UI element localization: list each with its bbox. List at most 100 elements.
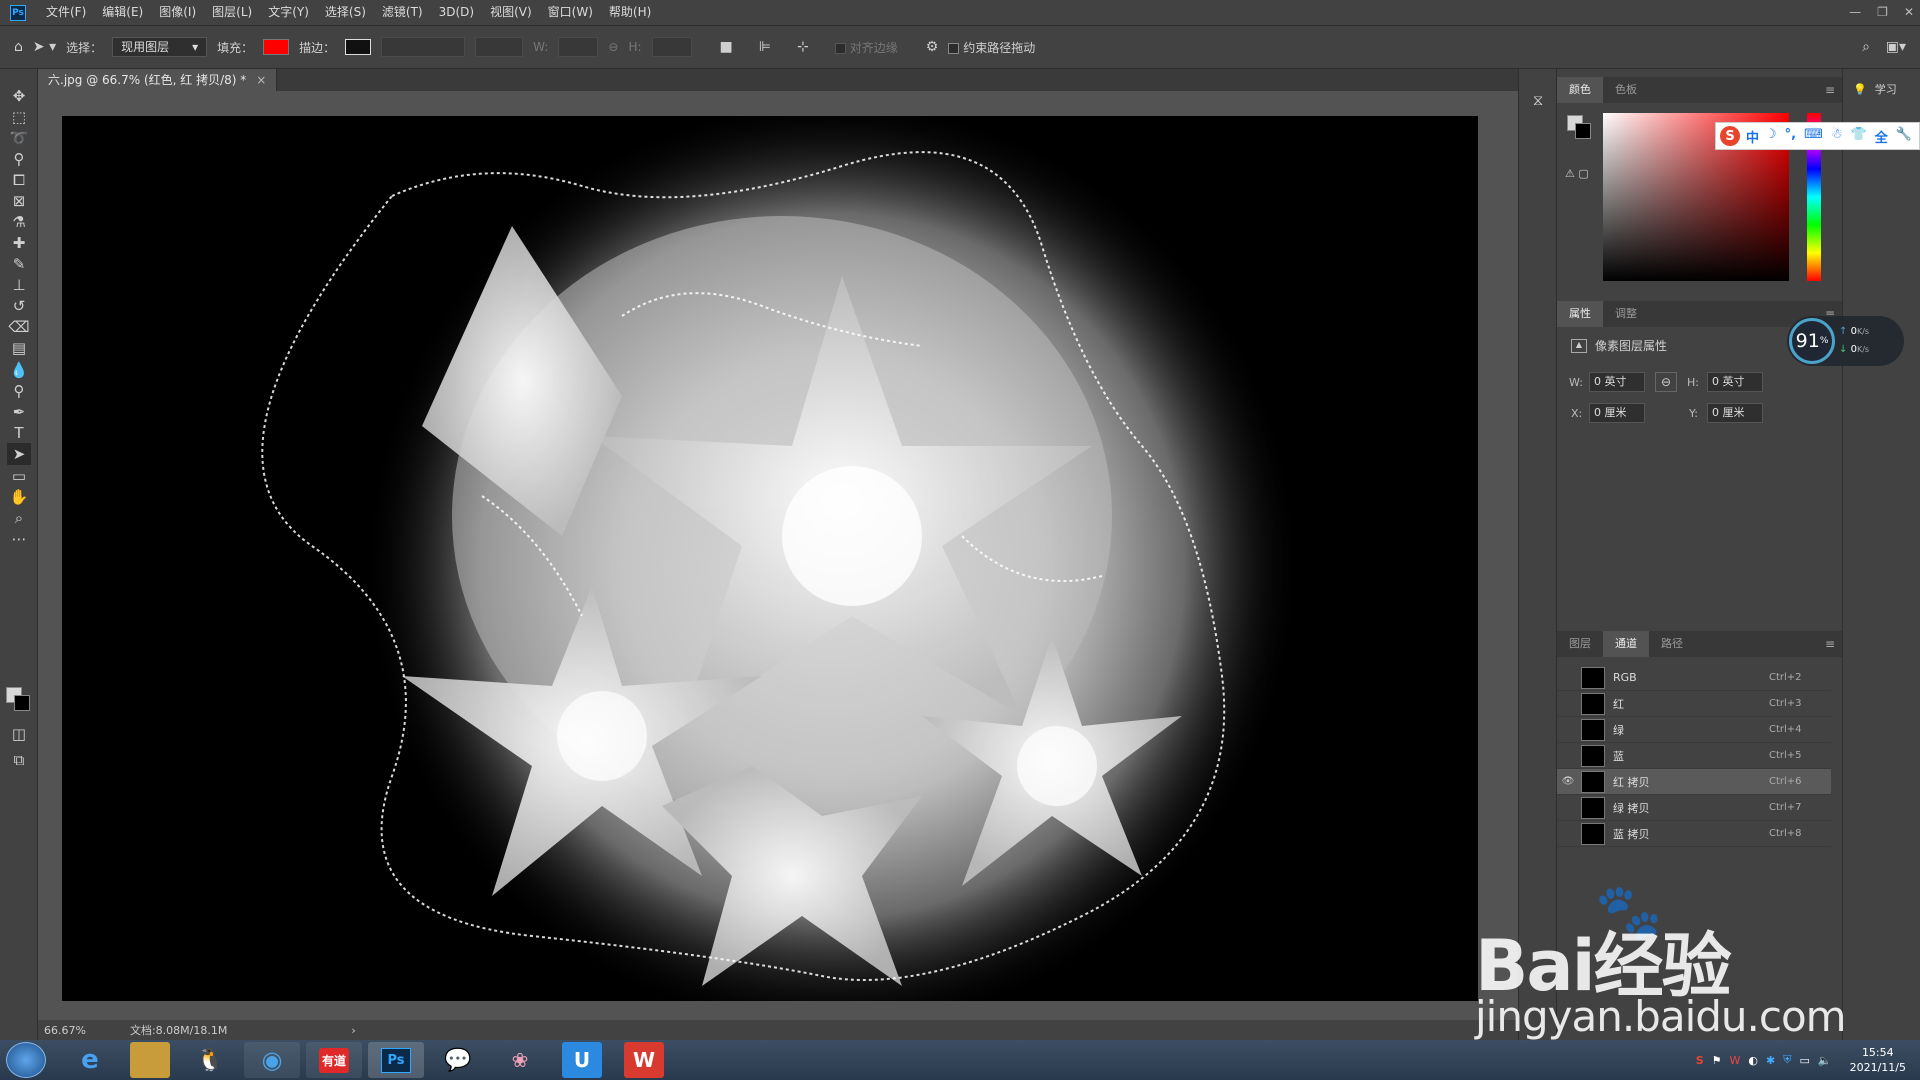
w-field[interactable] <box>558 37 599 57</box>
menu-item[interactable]: 文件(F) <box>38 0 94 25</box>
photoshop-logo-icon[interactable]: Ps <box>10 4 26 21</box>
prop-x-field[interactable]: 0 厘米 <box>1589 403 1645 423</box>
stroke-style-dropdown[interactable] <box>475 37 524 57</box>
menu-item[interactable]: 图层(L) <box>204 0 260 25</box>
panel-menu-icon[interactable]: ≡ <box>1825 631 1835 657</box>
qq-icon[interactable]: 🐧 <box>182 1042 238 1078</box>
healing-tool-icon[interactable]: ✚ <box>7 232 31 254</box>
gradient-tool-icon[interactable]: ▤ <box>7 337 31 359</box>
screen-mode-icon[interactable]: ⧉ <box>7 749 31 771</box>
lasso-tool-icon[interactable]: ➰ <box>7 127 31 149</box>
browser-icon[interactable]: ◉ <box>244 1042 300 1078</box>
eraser-tool-icon[interactable]: ⌫ <box>7 316 31 338</box>
menu-item[interactable]: 视图(V) <box>482 0 540 25</box>
youdao-icon[interactable]: 有道 <box>318 1047 349 1073</box>
quick-mask-icon[interactable]: ◫ <box>7 723 31 745</box>
hand-tool-icon[interactable]: ✋ <box>7 486 31 508</box>
ime-item-icon[interactable]: ☃ <box>1831 127 1843 146</box>
constrain-path-checkbox[interactable]: 约束路径拖动 <box>948 39 1035 56</box>
tray-wps-icon[interactable]: W <box>1730 1054 1741 1067</box>
clock[interactable]: 15:54 2021/11/5 <box>1850 1045 1906 1075</box>
tab-color[interactable]: 颜色 <box>1557 77 1603 103</box>
wps-icon[interactable]: W <box>624 1042 664 1078</box>
menu-item[interactable]: 编辑(E) <box>94 0 151 25</box>
path-select-tool-icon[interactable]: ➤ <box>7 443 31 465</box>
menu-item[interactable]: 帮助(H) <box>601 0 659 25</box>
blur-tool-icon[interactable]: 💧 <box>7 359 31 381</box>
tray-shield-icon[interactable]: ⛨ <box>1783 1053 1791 1067</box>
link-icon[interactable]: ⊖ <box>608 40 618 54</box>
wechat-icon[interactable]: 💬 <box>430 1042 486 1078</box>
link-icon[interactable]: ⊖ <box>1655 372 1677 392</box>
channel-row[interactable]: 绿 Ctrl+4 <box>1557 717 1831 743</box>
ime-item-icon[interactable]: 全 <box>1875 127 1888 146</box>
eye-icon[interactable]: 👁 <box>1557 776 1579 787</box>
ime-item-icon[interactable]: 👕 <box>1851 127 1867 146</box>
prop-h-field[interactable]: 0 英寸 <box>1707 372 1763 392</box>
panel-menu-icon[interactable]: ≡ <box>1825 77 1835 103</box>
status-arrow-icon[interactable]: › <box>351 1024 355 1037</box>
marquee-tool-icon[interactable]: ⬚ <box>7 106 31 128</box>
channel-row[interactable]: 绿 拷贝 Ctrl+7 <box>1557 795 1831 821</box>
menu-item[interactable]: 选择(S) <box>317 0 374 25</box>
tray-app-icon[interactable]: ✱ <box>1766 1054 1775 1067</box>
ime-mode[interactable]: 中 <box>1746 127 1759 146</box>
gear-icon[interactable]: ⚙ <box>926 39 939 55</box>
prop-w-field[interactable]: 0 英寸 <box>1589 372 1645 392</box>
rectangle-tool-icon[interactable]: ▭ <box>7 465 31 487</box>
channel-row[interactable]: 蓝 拷贝 Ctrl+8 <box>1557 821 1831 847</box>
path-select-tool-icon[interactable]: ➤ ▾ <box>33 39 56 55</box>
search-icon[interactable]: ⌕ <box>1862 39 1870 55</box>
zoom-level[interactable]: 66.67% <box>44 1024 86 1037</box>
menu-item[interactable]: 窗口(W) <box>540 0 601 25</box>
dodge-tool-icon[interactable]: ⚲ <box>7 380 31 402</box>
quick-select-tool-icon[interactable]: ⚲ <box>7 148 31 170</box>
path-align-icon[interactable]: ⊫ <box>759 39 771 55</box>
ime-item-icon[interactable]: ⌨ <box>1804 127 1823 146</box>
path-ops-icon[interactable]: ■ <box>720 39 733 55</box>
channel-row[interactable]: RGB Ctrl+2 <box>1557 665 1831 691</box>
pen-tool-icon[interactable]: ✒ <box>7 401 31 423</box>
channel-row[interactable]: 👁 红 拷贝 Ctrl+6 <box>1557 769 1831 795</box>
background-color-swatch[interactable] <box>14 695 30 711</box>
minimize-button[interactable]: — <box>1849 0 1861 25</box>
close-button[interactable]: ✕ <box>1904 0 1914 25</box>
prop-y-field[interactable]: 0 厘米 <box>1707 403 1763 423</box>
tab-adjustments[interactable]: 调整 <box>1603 301 1649 327</box>
network-icon[interactable]: ▭ <box>1799 1054 1809 1067</box>
channel-row[interactable]: 蓝 Ctrl+5 <box>1557 743 1831 769</box>
learn-button[interactable]: 💡 学习 <box>1853 81 1897 97</box>
stamp-tool-icon[interactable]: ⊥ <box>7 274 31 296</box>
select-dropdown[interactable]: 现用图层 ▾ <box>112 37 208 57</box>
fill-color-swatch[interactable] <box>263 39 290 55</box>
workspace-icon[interactable]: ▣▾ <box>1886 39 1906 55</box>
document-tab[interactable]: 六.jpg @ 66.7% (红色, 红 拷贝/8) * × <box>38 69 278 91</box>
tab-channels[interactable]: 通道 <box>1603 631 1649 657</box>
ime-item-icon[interactable]: °, <box>1785 127 1796 146</box>
stroke-width-field[interactable] <box>381 37 466 57</box>
sogou-tray-icon[interactable]: S <box>1696 1054 1704 1067</box>
start-button[interactable] <box>6 1042 46 1078</box>
align-edges-checkbox[interactable]: 对齐边缘 <box>834 39 898 56</box>
tab-paths[interactable]: 路径 <box>1649 631 1695 657</box>
document-canvas[interactable] <box>62 116 1478 1001</box>
shield-app-icon[interactable]: U <box>562 1042 602 1078</box>
frame-tool-icon[interactable]: ⊠ <box>7 190 31 212</box>
menu-item[interactable]: 滤镜(T) <box>374 0 431 25</box>
eyedropper-tool-icon[interactable]: ⚗ <box>7 211 31 233</box>
crop-tool-icon[interactable]: ⧠ <box>7 169 31 191</box>
restore-button[interactable]: ❐ <box>1877 0 1888 25</box>
stroke-swatch[interactable] <box>345 39 372 55</box>
pink-app-icon[interactable]: ❀ <box>492 1042 548 1078</box>
tray-flag-icon[interactable]: ⚑ <box>1712 1054 1722 1067</box>
tray-qq-icon[interactable]: ◐ <box>1748 1054 1758 1067</box>
history-panel-icon[interactable]: ⧖ <box>1526 89 1550 111</box>
home-icon[interactable]: ⌂ <box>14 39 23 55</box>
menu-item[interactable]: 文字(Y) <box>260 0 317 25</box>
h-field[interactable] <box>651 37 692 57</box>
type-tool-icon[interactable]: T <box>7 422 31 444</box>
close-tab-icon[interactable]: × <box>256 73 266 87</box>
menu-item[interactable]: 图像(I) <box>151 0 204 25</box>
explorer-icon[interactable] <box>130 1042 170 1078</box>
color-bg-swatch[interactable] <box>1575 123 1591 139</box>
